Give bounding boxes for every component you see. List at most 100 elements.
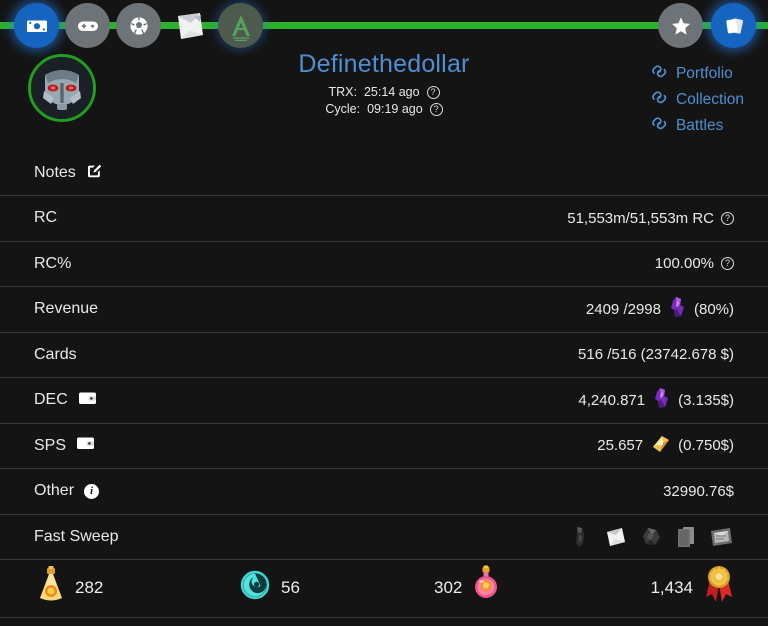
link-label: Battles	[675, 117, 724, 134]
stat-value: 1,434	[650, 577, 693, 597]
gold-medal-icon	[702, 564, 736, 611]
link-label: Collection	[675, 91, 744, 108]
table-row-rc[interactable]: RC 51,553m/51,553m RC ?	[0, 196, 768, 242]
star-icon[interactable]	[658, 3, 703, 48]
dec-amount: 4,240.871	[578, 391, 646, 409]
gold-potion-icon	[36, 565, 66, 610]
top-toolbar	[0, 0, 768, 56]
soccer-ball-icon[interactable]	[116, 3, 161, 48]
info-icon[interactable]: i	[84, 483, 100, 499]
fast-sweep-icon-group	[568, 524, 734, 550]
dark-lump-icon[interactable]	[638, 524, 664, 550]
row-value: 32990.76$	[663, 483, 734, 500]
row-value: 516 /516 (23742.678 $)	[578, 346, 734, 363]
row-label: Notes	[34, 163, 76, 181]
revenue-amount: 2409 /2998	[585, 300, 661, 318]
row-value: 2409 /2998 (80%)	[586, 296, 734, 322]
profile-header: Definethedollar TRX: 25:14 ago ? Cycle: …	[0, 50, 768, 150]
trx-value: 25:14 ago	[363, 85, 420, 99]
table-row-sps[interactable]: SPS 25.657 (0.750$)	[0, 424, 768, 469]
stat-value: 56	[281, 577, 300, 597]
stat-value: 282	[75, 577, 104, 597]
trx-help-icon[interactable]: ?	[426, 86, 440, 99]
stat-value: 302	[434, 577, 463, 597]
toolbar-right-group	[658, 3, 756, 48]
stat-gold-medal[interactable]: 1,434	[650, 564, 736, 611]
rc-percent-value: 100.00%	[654, 255, 714, 273]
row-label: Revenue	[34, 300, 99, 318]
chain-link-icon	[651, 64, 668, 84]
row-left: RC%	[34, 255, 71, 273]
rc-value: 51,553m/51,553m RC	[567, 209, 714, 227]
gamepad-icon[interactable]	[65, 3, 110, 48]
table-row-revenue[interactable]: Revenue 2409 /2998 (80%)	[0, 287, 768, 333]
toolbar-left-group	[14, 3, 263, 48]
row-left: SPS	[34, 435, 95, 456]
teal-vortex-icon	[238, 568, 272, 607]
wallet-icon[interactable]	[78, 390, 97, 411]
chain-link-icon	[651, 90, 668, 110]
trx-label: TRX:	[328, 85, 357, 99]
dark-figure-icon[interactable]	[568, 524, 594, 550]
row-left: Revenue	[34, 300, 98, 318]
dec-token-icon	[652, 387, 671, 413]
cards-value: 516 /516 (23742.678 $)	[578, 346, 734, 364]
row-label: Fast Sweep	[34, 527, 119, 545]
row-label: RC	[34, 209, 58, 227]
stat-teal-vortex[interactable]: 56	[238, 568, 300, 607]
row-label: Other	[34, 482, 75, 500]
sps-token-icon	[650, 434, 671, 458]
cycle-value: 09:19 ago	[367, 102, 423, 116]
link-label: Portfolio	[675, 65, 733, 82]
row-label: Cards	[34, 345, 77, 363]
crate-icon[interactable]	[708, 524, 734, 550]
white-card-icon[interactable]	[167, 3, 212, 48]
link-collection[interactable]: Collection	[651, 90, 744, 110]
edit-icon[interactable]	[86, 162, 103, 184]
table-row-fast-sweep[interactable]: Fast Sweep	[0, 515, 768, 560]
table-row-notes[interactable]: Notes	[0, 150, 768, 196]
cycle-help-icon[interactable]: ?	[429, 103, 443, 116]
row-value: 51,553m/51,553m RC ?	[567, 210, 734, 227]
card-pair-icon[interactable]	[673, 524, 699, 550]
link-portfolio[interactable]: Portfolio	[651, 64, 733, 84]
row-left: Fast Sweep	[34, 528, 118, 546]
row-left: RC	[34, 209, 57, 227]
table-row-other[interactable]: Other i 32990.76$	[0, 469, 768, 515]
dec-usd: (3.135$)	[678, 391, 734, 409]
rc-percent-help-icon[interactable]: ?	[721, 257, 734, 271]
table-row-dec[interactable]: DEC 4,240.871 (3.135$)	[0, 378, 768, 424]
row-value: 100.00% ?	[655, 255, 734, 272]
row-left: Notes	[34, 162, 103, 184]
header-links: Portfolio Collection Battles	[651, 64, 744, 136]
dec-token-icon	[668, 296, 687, 322]
row-left: Other i	[34, 482, 100, 500]
pink-potion-icon	[471, 565, 501, 610]
altar-a-icon[interactable]	[218, 3, 263, 48]
wallet-icon[interactable]	[76, 435, 95, 456]
row-left: Cards	[34, 346, 77, 364]
money-icon[interactable]	[14, 3, 59, 48]
link-battles[interactable]: Battles	[651, 116, 723, 136]
table-row-cards[interactable]: Cards 516 /516 (23742.678 $)	[0, 333, 768, 378]
revenue-percent: (80%)	[693, 300, 734, 318]
other-value: 32990.76$	[663, 482, 734, 500]
card-stack-icon[interactable]	[711, 3, 756, 48]
bottom-stats-bar: 282 56 302 1,434	[0, 558, 768, 618]
stat-gold-potion[interactable]: 282	[36, 565, 103, 610]
chain-link-icon	[651, 116, 668, 136]
sps-usd: (0.750$)	[678, 437, 734, 455]
row-label: RC%	[34, 254, 72, 272]
sps-amount: 25.657	[597, 437, 644, 455]
cycle-label: Cycle:	[325, 102, 361, 116]
stat-pink-potion[interactable]: 302	[434, 565, 501, 610]
row-label: SPS	[34, 436, 67, 454]
rc-help-icon[interactable]: ?	[721, 211, 734, 225]
table-row-rc-percent[interactable]: RC% 100.00% ?	[0, 242, 768, 287]
row-left: DEC	[34, 390, 97, 411]
row-value: 4,240.871 (3.135$)	[578, 387, 734, 413]
white-paper-icon[interactable]	[603, 524, 629, 550]
app-root: Definethedollar TRX: 25:14 ago ? Cycle: …	[0, 0, 768, 626]
row-value: 25.657 (0.750$)	[597, 434, 734, 458]
row-label: DEC	[34, 391, 68, 409]
